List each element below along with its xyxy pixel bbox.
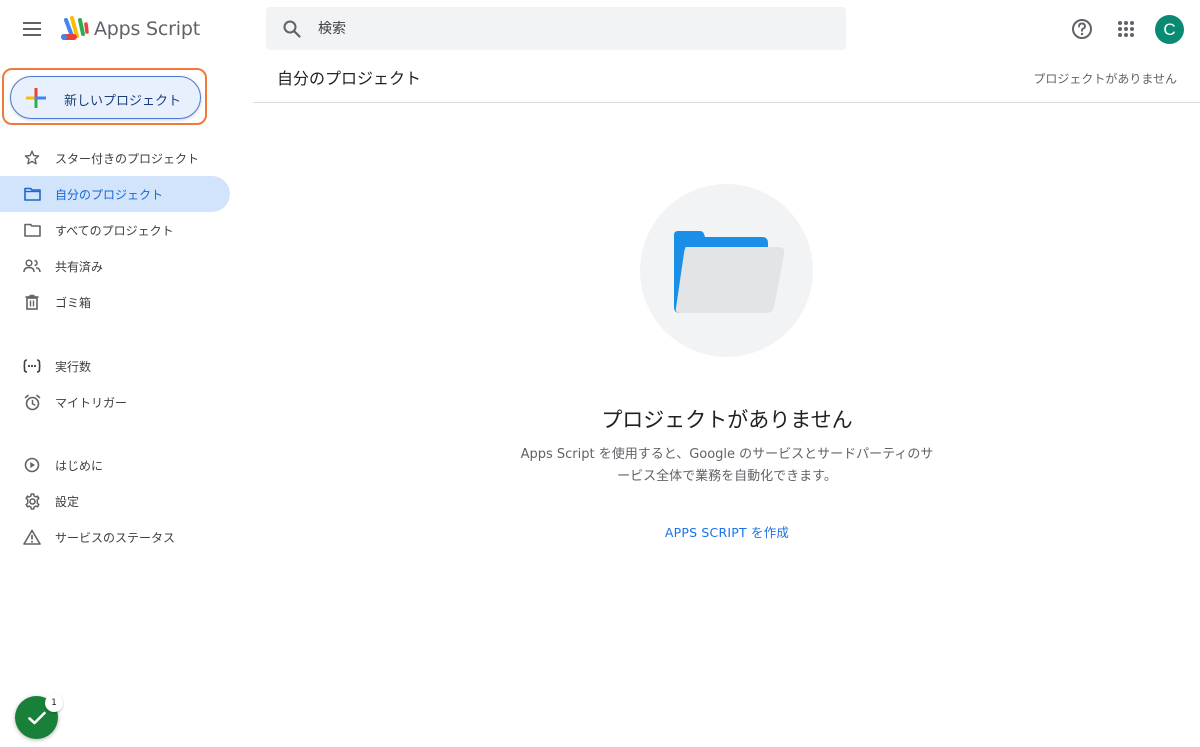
- create-apps-script-link[interactable]: APPS SCRIPT を作成: [627, 522, 827, 541]
- empty-state-title: プロジェクトがありません: [601, 408, 853, 432]
- sidebar-item-label: マイトリガー: [55, 395, 128, 410]
- empty-state-description-line: ービス全体で業務を自動化できます。: [617, 469, 837, 484]
- folder-illustration-icon: [674, 231, 785, 313]
- sidebar-item-label: ゴミ箱: [55, 295, 92, 310]
- sidebar-item-my-projects[interactable]: 自分のプロジェクト: [0, 176, 230, 212]
- empty-state-description-line: Apps Script を使用すると、Google のサービスとサードパーティの…: [520, 447, 934, 462]
- help-button[interactable]: [1068, 15, 1096, 43]
- star-icon: [22, 148, 42, 168]
- app-title: Apps Script: [94, 18, 200, 40]
- trash-icon: [22, 292, 42, 312]
- search-icon[interactable]: [266, 7, 318, 50]
- google-apps-button[interactable]: [1112, 15, 1140, 43]
- notification-count-badge: 1: [45, 694, 63, 712]
- plus-icon: [26, 88, 46, 108]
- sidebar-item-label: 設定: [55, 494, 80, 509]
- sidebar-item-label: はじめに: [55, 458, 104, 473]
- executions-icon: [22, 356, 42, 376]
- sidebar-item-service-status[interactable]: サービスのステータス: [0, 519, 230, 555]
- new-project-label: 新しいプロジェクト: [64, 94, 182, 109]
- sidebar-item-all-projects[interactable]: すべてのプロジェクト: [0, 212, 230, 248]
- sidebar-item-label: スター付きのプロジェクト: [55, 151, 200, 166]
- sidebar-item-settings[interactable]: 設定: [0, 483, 230, 519]
- hamburger-menu-icon: [23, 22, 41, 36]
- sidebar-item-label: 自分のプロジェクト: [55, 187, 164, 202]
- page-title: 自分のプロジェクト: [277, 69, 422, 88]
- sidebar-item-trash[interactable]: ゴミ箱: [0, 284, 230, 320]
- folder-outline-icon: [22, 220, 42, 240]
- people-icon: [22, 256, 42, 276]
- new-project-button[interactable]: 新しいプロジェクト: [10, 76, 201, 119]
- sidebar-item-label: サービスのステータス: [55, 530, 176, 545]
- sidebar-item-label: 共有済み: [55, 259, 104, 274]
- sidebar-item-label: すべてのプロジェクト: [55, 223, 174, 238]
- alarm-icon: [22, 392, 42, 412]
- main-menu-button[interactable]: [16, 13, 48, 45]
- sidebar-item-executions[interactable]: 実行数: [0, 348, 230, 384]
- header-divider: [253, 102, 1200, 103]
- app-header: Apps Script C: [0, 0, 1200, 58]
- project-count-status: プロジェクトがありません: [1033, 72, 1177, 86]
- folder-icon: [22, 184, 42, 204]
- sidebar-item-getting-started[interactable]: はじめに: [0, 447, 230, 483]
- apps-grid-icon: [1118, 21, 1134, 37]
- sidebar-item-triggers[interactable]: マイトリガー: [0, 384, 230, 420]
- play-circle-icon: [22, 455, 42, 475]
- sidebar-item-starred[interactable]: スター付きのプロジェクト: [0, 140, 230, 176]
- apps-script-logo-icon: [61, 16, 89, 40]
- gear-icon: [22, 491, 42, 511]
- search-input[interactable]: [318, 8, 818, 49]
- sidebar-item-shared[interactable]: 共有済み: [0, 248, 230, 284]
- sidebar-item-label: 実行数: [55, 359, 92, 374]
- help-icon: [1072, 19, 1092, 39]
- account-avatar[interactable]: C: [1155, 15, 1184, 44]
- empty-state-description: Apps Script を使用すると、Google のサービスとサードパーティの…: [497, 444, 957, 488]
- search-bar[interactable]: [266, 7, 846, 50]
- checkmark-icon: [27, 711, 46, 724]
- warning-icon: [22, 527, 42, 547]
